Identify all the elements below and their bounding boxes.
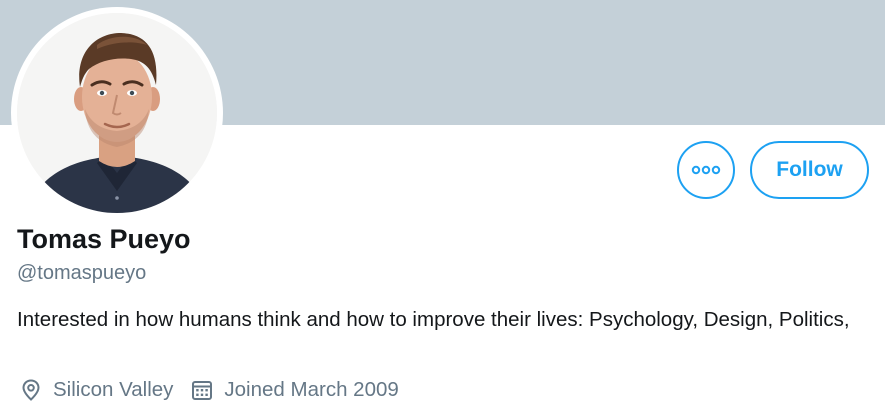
joined-text: Joined March 2009: [224, 378, 399, 401]
profile-handle: @tomaspueyo: [17, 262, 147, 284]
joined-item: Joined March 2009: [190, 378, 399, 402]
avatar-photo: [17, 13, 217, 213]
profile-bio: Interested in how humans think and how t…: [17, 308, 850, 331]
profile-header: Follow Tomas Pueyo @tomaspueyo Intereste…: [0, 0, 885, 413]
display-name: Tomas Pueyo: [17, 224, 191, 254]
follow-button[interactable]: Follow: [750, 141, 869, 199]
avatar[interactable]: [17, 13, 217, 213]
calendar-icon: [192, 381, 213, 400]
location-item: Silicon Valley: [19, 378, 173, 402]
location-text: Silicon Valley: [53, 378, 174, 401]
more-options-button[interactable]: [677, 141, 735, 199]
avatar-frame: [11, 7, 223, 219]
more-dots-icon: [691, 165, 721, 175]
profile-meta: Silicon Valley Joined March 2009: [19, 376, 399, 404]
location-pin-icon: [22, 379, 40, 401]
